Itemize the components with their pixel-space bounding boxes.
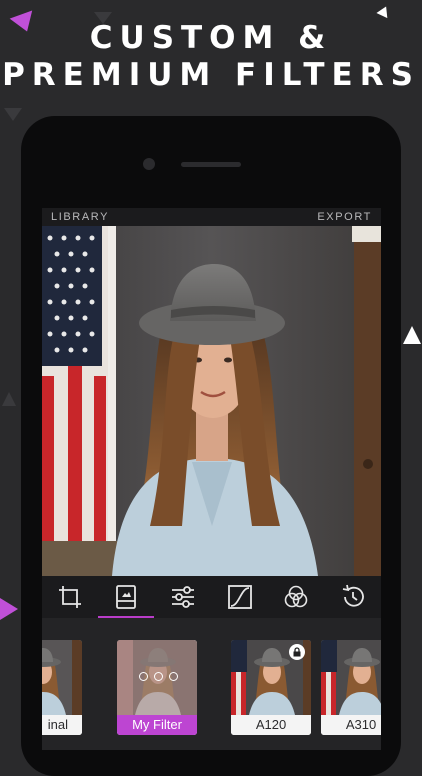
lock-icon	[289, 644, 305, 660]
library-button[interactable]: LIBRARY	[51, 211, 109, 223]
export-button[interactable]: EXPORT	[317, 211, 372, 223]
decor-triangle-dark	[4, 108, 22, 121]
filter-label: My Filter	[117, 715, 197, 735]
filters-icon[interactable]	[111, 583, 141, 611]
earpiece-speaker	[181, 162, 241, 167]
app-store-screenshot: { "headline": { "line1": "CUSTOM &", "li…	[0, 0, 422, 776]
filter-preview-image	[42, 640, 82, 715]
filter-thumb-a310[interactable]: A310	[321, 640, 381, 735]
portrait-photo	[42, 226, 381, 576]
decor-triangle-dark	[2, 392, 16, 406]
front-camera	[143, 158, 155, 170]
decor-triangle-purple	[0, 598, 18, 620]
headline-line-1: CUSTOM &	[89, 20, 333, 56]
more-options-icon[interactable]	[139, 672, 178, 681]
filter-strip: inal My Filter A120 A310	[42, 618, 381, 750]
curves-icon[interactable]	[225, 583, 255, 611]
top-bar: LIBRARY EXPORT	[42, 208, 381, 226]
filter-preview-image	[321, 640, 381, 715]
filter-label: A120	[231, 715, 311, 735]
history-icon[interactable]	[338, 583, 368, 611]
adjust-sliders-icon[interactable]	[168, 583, 198, 611]
decor-triangle-white	[376, 3, 392, 19]
app-screen: LIBRARY EXPORT inal My Filter A120 A310	[42, 208, 381, 750]
color-mix-icon[interactable]	[281, 583, 311, 611]
photo-preview[interactable]	[42, 226, 381, 576]
filter-thumb-a120[interactable]: A120	[231, 640, 311, 735]
filter-label: inal	[42, 715, 82, 735]
decor-triangle-white	[403, 326, 421, 344]
filter-thumb-original[interactable]: inal	[42, 640, 82, 735]
crop-icon[interactable]	[55, 583, 85, 611]
headline-line-2: PREMIUM FILTERS	[2, 57, 420, 93]
filter-thumb-my-filter[interactable]: My Filter	[117, 640, 197, 735]
filter-label: A310	[321, 715, 381, 735]
edit-toolbar	[42, 576, 381, 618]
